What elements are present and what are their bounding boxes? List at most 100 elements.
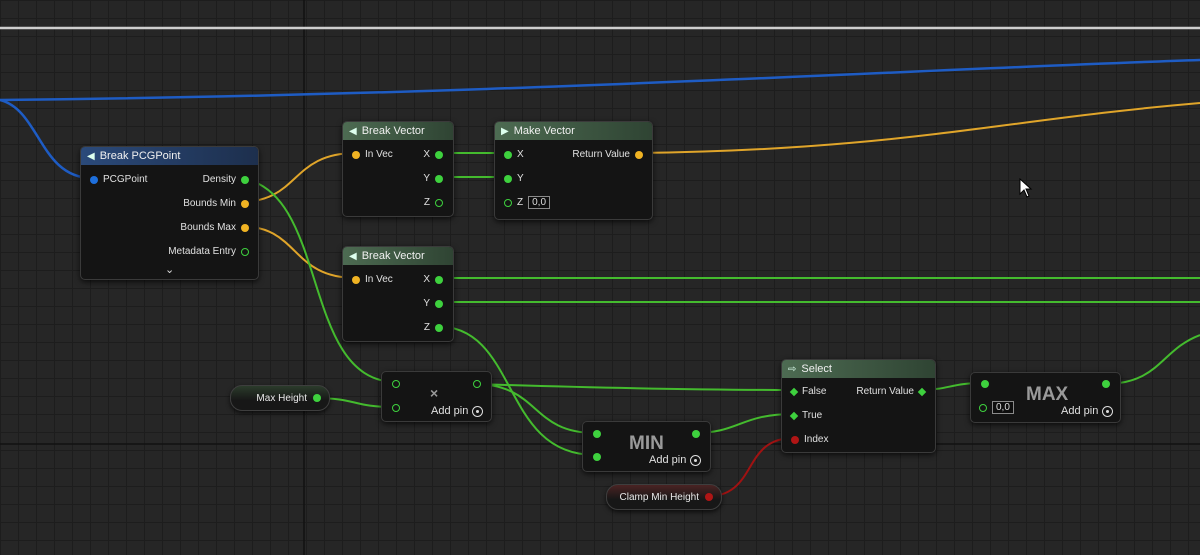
float-pin-icon[interactable] xyxy=(473,380,481,388)
add-pin-button[interactable]: Add pin xyxy=(649,454,702,466)
max-value-field[interactable]: 0,0 xyxy=(992,401,1014,414)
float-pin-icon[interactable] xyxy=(692,430,700,438)
float-pin-icon xyxy=(435,323,443,332)
bounds-min-pin[interactable]: Bounds Min xyxy=(183,198,249,209)
density-pin[interactable]: Density xyxy=(203,174,249,185)
select-icon: ⇨ xyxy=(788,363,797,375)
clamp-min-height-variable[interactable]: Clamp Min Height xyxy=(606,484,722,510)
metadata-entry-pin[interactable]: Metadata Entry xyxy=(168,246,249,257)
z-out-pin[interactable]: Z xyxy=(424,322,443,333)
float-pin-icon[interactable] xyxy=(593,430,601,438)
pin-label: In Vec xyxy=(365,149,393,160)
break-struct-icon: ◀ xyxy=(349,250,357,262)
vector-pin-icon xyxy=(635,150,643,159)
pin-label: X xyxy=(517,149,524,160)
z-in-pin[interactable]: Z 0,0 xyxy=(504,196,551,209)
node-header: ◀ Break PCGPoint xyxy=(81,147,258,165)
index-pin[interactable]: Index xyxy=(791,434,828,445)
pin-label: Density xyxy=(202,174,236,185)
pcgpoint-pin[interactable]: PCGPoint xyxy=(90,174,147,185)
z-value-field[interactable]: 0,0 xyxy=(528,196,551,209)
break-vector-node-1[interactable]: ◀ Break Vector In Vec X Y Z xyxy=(342,121,454,217)
wire-returnvalue-out xyxy=(635,102,1200,154)
vector-pin-icon xyxy=(352,150,360,159)
false-pin[interactable]: False xyxy=(789,386,827,397)
in-vec-pin[interactable]: In Vec xyxy=(352,274,393,285)
wildcard-pin-icon xyxy=(917,387,927,396)
y-out-pin[interactable]: Y xyxy=(423,298,443,309)
pin-label: In Vec xyxy=(365,274,393,285)
variable-label: Clamp Min Height xyxy=(619,491,699,503)
pin-label: Y xyxy=(423,298,430,309)
multiply-node[interactable]: × Add pin xyxy=(381,371,492,422)
float-pin-icon xyxy=(435,198,443,207)
float-pin-icon[interactable] xyxy=(392,380,400,388)
add-pin-button[interactable]: Add pin xyxy=(431,405,484,417)
y-out-pin[interactable]: Y xyxy=(423,173,443,184)
vector-pin-icon xyxy=(241,223,249,232)
float-pin-icon xyxy=(435,275,443,284)
pin-label: Z xyxy=(423,197,430,208)
node-header: ◀ Break Vector xyxy=(343,122,453,140)
float-pin-icon[interactable] xyxy=(593,453,601,461)
max-value-pin[interactable]: 0,0 xyxy=(979,401,1014,414)
node-title: Break Vector xyxy=(361,125,425,137)
make-struct-icon: ▶ xyxy=(501,125,509,137)
x-out-pin[interactable]: X xyxy=(423,149,443,160)
variable-label: Max Height xyxy=(256,392,307,404)
add-pin-label: Add pin xyxy=(649,454,687,466)
true-pin[interactable]: True xyxy=(789,410,823,421)
break-struct-icon: ◀ xyxy=(87,150,95,162)
node-header: ◀ Break Vector xyxy=(343,247,453,265)
select-node[interactable]: ⇨ Select False True Index Return Value xyxy=(781,359,936,453)
pin-label: X xyxy=(423,149,430,160)
pin-label: Z xyxy=(423,322,430,333)
pin-label: Return Value xyxy=(572,149,630,160)
break-vector-node-2[interactable]: ◀ Break Vector In Vec X Y Z xyxy=(342,246,454,342)
wildcard-pin-icon xyxy=(789,387,799,396)
bool-pin-icon[interactable] xyxy=(705,493,713,501)
in-vec-pin[interactable]: In Vec xyxy=(352,149,393,160)
float-pin-icon[interactable] xyxy=(313,394,321,402)
float-pin-icon[interactable] xyxy=(392,404,400,412)
add-pin-label: Add pin xyxy=(431,405,469,417)
pin-label: Z xyxy=(517,197,524,208)
float-pin-icon xyxy=(435,299,443,308)
x-out-pin[interactable]: X xyxy=(423,274,443,285)
pin-label: True xyxy=(802,410,823,421)
add-pin-button[interactable]: Add pin xyxy=(1061,405,1114,417)
max-node[interactable]: 0,0 MAX Add pin xyxy=(970,372,1121,423)
break-pcgpoint-node[interactable]: ◀ Break PCGPoint PCGPoint Density Bounds… xyxy=(80,146,259,280)
node-header: ▶ Make Vector xyxy=(495,122,652,140)
add-circle-icon xyxy=(1102,405,1114,417)
pin-label: Bounds Max xyxy=(180,222,236,233)
z-out-pin[interactable]: Z xyxy=(424,197,443,208)
min-node[interactable]: MIN Add pin xyxy=(582,421,711,472)
pin-label: Return Value xyxy=(856,386,914,397)
chevron-down-icon[interactable]: ⌄ xyxy=(165,263,174,276)
x-in-pin[interactable]: X xyxy=(504,149,524,160)
return-value-pin[interactable]: Return Value xyxy=(572,149,643,160)
node-title: Break Vector xyxy=(361,250,425,262)
min-label: MIN xyxy=(629,433,664,454)
return-value-pin[interactable]: Return Value xyxy=(856,386,927,397)
float-pin-icon[interactable] xyxy=(1102,380,1110,388)
bool-pin-icon xyxy=(791,435,799,444)
make-vector-node[interactable]: ▶ Make Vector X Y Z 0,0 Return Value xyxy=(494,121,653,220)
float-pin-icon[interactable] xyxy=(981,380,989,388)
bounds-max-pin[interactable]: Bounds Max xyxy=(180,222,249,233)
add-circle-icon xyxy=(690,454,702,466)
struct-pin-icon xyxy=(90,175,98,184)
mouse-cursor-icon xyxy=(1019,178,1033,198)
wire-blue-top xyxy=(0,58,1200,102)
pin-label: False xyxy=(802,386,827,397)
y-in-pin[interactable]: Y xyxy=(504,173,524,184)
float-pin-icon xyxy=(241,175,249,184)
pin-label: Y xyxy=(517,173,524,184)
add-circle-icon xyxy=(472,405,484,417)
pin-label: Bounds Min xyxy=(183,198,236,209)
max-height-variable[interactable]: Max Height xyxy=(230,385,330,411)
float-pin-icon xyxy=(435,174,443,183)
pin-label: Index xyxy=(804,434,829,445)
wire-blue-pcgpoint xyxy=(0,98,93,180)
